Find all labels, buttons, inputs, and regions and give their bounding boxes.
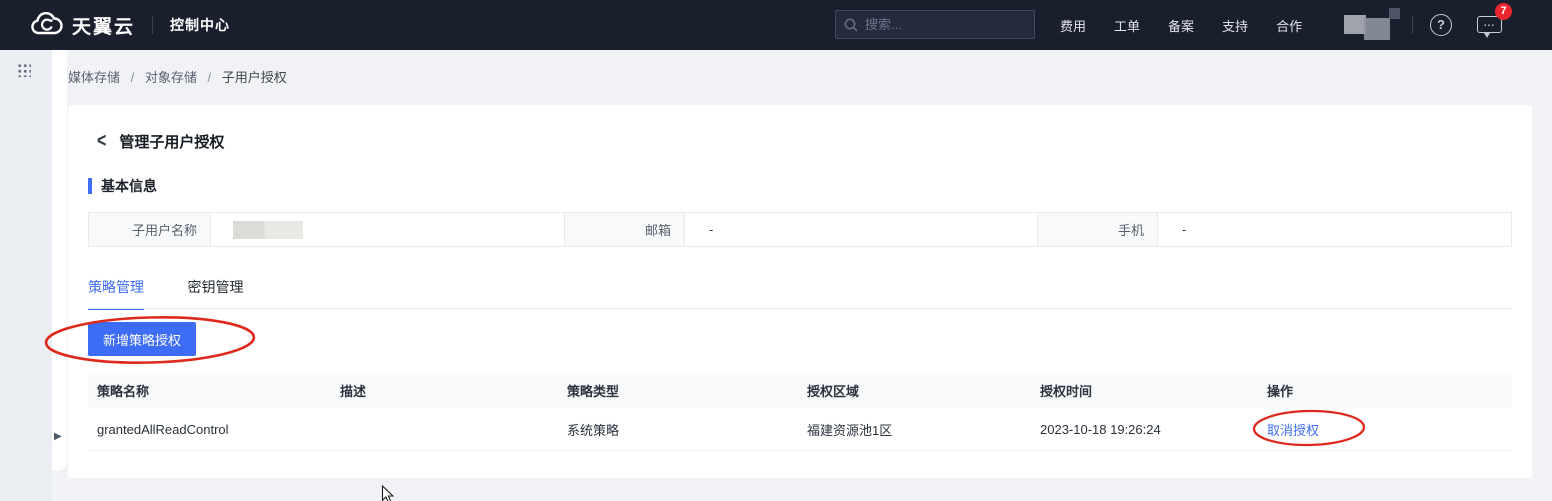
col-policy-name: 策略名称 bbox=[97, 384, 150, 399]
subuser-name-value bbox=[211, 213, 565, 246]
top-nav: 费用 工单 备案 支持 合作 bbox=[1060, 0, 1302, 50]
col-policy-type: 策略类型 bbox=[567, 384, 620, 399]
nav-item-filing[interactable]: 备案 bbox=[1168, 16, 1194, 35]
console-center-label[interactable]: 控制中心 bbox=[170, 15, 230, 35]
table-row: grantedAllReadControl 系统策略 福建资源池1区 2023-… bbox=[88, 408, 1512, 451]
policy-table: 策略名称 描述 策略类型 授权区域 授权时间 操作 grantedAllRead… bbox=[88, 373, 1512, 451]
redaction-block-small bbox=[1389, 8, 1400, 19]
redaction-block bbox=[1364, 18, 1390, 40]
nav-item-support[interactable]: 支持 bbox=[1222, 16, 1248, 35]
subuser-name-label: 子用户名称 bbox=[89, 213, 211, 246]
top-header: 天翼云 控制中心 费用 工单 备案 支持 合作 ? ... bbox=[0, 0, 1552, 50]
section-title: 基本信息 bbox=[101, 178, 157, 194]
message-bubble-tail bbox=[1484, 33, 1490, 38]
global-search[interactable] bbox=[835, 10, 1035, 39]
redacted-value bbox=[233, 220, 303, 239]
breadcrumb-subuser-auth: 子用户授权 bbox=[221, 70, 287, 85]
content-card: < 管理子用户授权 基本信息 子用户名称 邮箱 - 手机 - 策略管理 密钥管理… bbox=[68, 105, 1532, 478]
brand-name: 天翼云 bbox=[72, 16, 136, 38]
sidebar-expand-icon[interactable]: ▶ bbox=[54, 431, 62, 443]
email-label: 邮箱 bbox=[565, 213, 685, 246]
col-auth-time: 授权时间 bbox=[1040, 384, 1093, 399]
basic-info-section-header: 基本信息 bbox=[88, 176, 157, 196]
breadcrumb-separator: / bbox=[207, 70, 212, 85]
phone-label: 手机 bbox=[1038, 213, 1158, 246]
email-value: - bbox=[685, 213, 1038, 246]
add-policy-auth-button[interactable]: 新增策略授权 bbox=[88, 322, 196, 356]
col-auth-region: 授权区域 bbox=[807, 384, 860, 399]
help-icon[interactable]: ? bbox=[1430, 14, 1452, 36]
notification-badge[interactable]: 7 bbox=[1495, 3, 1512, 20]
col-description: 描述 bbox=[340, 384, 367, 399]
tab-divider bbox=[88, 308, 1512, 309]
page-title: 管理子用户授权 bbox=[119, 134, 225, 151]
header-divider bbox=[152, 16, 154, 34]
policy-table-header: 策略名称 描述 策略类型 授权区域 授权时间 操作 bbox=[88, 373, 1512, 408]
left-rail bbox=[0, 50, 52, 501]
back-icon[interactable]: < bbox=[97, 130, 106, 153]
search-input[interactable] bbox=[865, 17, 1025, 32]
cell-auth-time: 2023-10-18 19:26:24 bbox=[1040, 421, 1161, 437]
nav-item-billing[interactable]: 费用 bbox=[1060, 16, 1086, 35]
redaction-block bbox=[1344, 15, 1366, 34]
brand-logo[interactable]: 天翼云 控制中心 bbox=[30, 0, 230, 50]
cloud-logo-icon bbox=[31, 12, 63, 35]
breadcrumb: 媒体存储 / 对象存储 / 子用户授权 bbox=[68, 67, 287, 86]
collapsed-sidebar bbox=[52, 50, 67, 471]
nav-item-cooperation[interactable]: 合作 bbox=[1276, 16, 1302, 35]
user-avatar-redacted[interactable] bbox=[1344, 13, 1390, 40]
cancel-auth-link[interactable]: 取消授权 bbox=[1267, 423, 1319, 438]
section-accent-bar bbox=[88, 178, 92, 194]
nav-item-tickets[interactable]: 工单 bbox=[1114, 16, 1140, 35]
tab-key-management[interactable]: 密钥管理 bbox=[187, 277, 243, 308]
basic-info-table: 子用户名称 邮箱 - 手机 - bbox=[88, 212, 1512, 247]
breadcrumb-separator: / bbox=[130, 70, 135, 85]
header-divider bbox=[1412, 16, 1413, 34]
breadcrumb-media-storage[interactable]: 媒体存储 bbox=[68, 70, 120, 85]
message-dots: ... bbox=[1483, 18, 1496, 29]
cell-policy-name: grantedAllReadControl bbox=[97, 421, 229, 437]
tab-policy-management[interactable]: 策略管理 bbox=[88, 277, 144, 310]
col-operation: 操作 bbox=[1267, 384, 1294, 399]
cell-auth-region: 福建资源池1区 bbox=[807, 422, 893, 438]
mouse-cursor bbox=[381, 485, 394, 501]
back-title-row[interactable]: < 管理子用户授权 bbox=[97, 130, 225, 153]
breadcrumb-object-storage[interactable]: 对象存储 bbox=[145, 70, 197, 85]
search-icon bbox=[844, 18, 858, 32]
app-grid-icon[interactable] bbox=[17, 63, 31, 77]
screen: 天翼云 控制中心 费用 工单 备案 支持 合作 ? ... bbox=[0, 0, 1552, 501]
tab-bar: 策略管理 密钥管理 bbox=[88, 277, 282, 310]
phone-value: - bbox=[1158, 213, 1511, 246]
cell-policy-type: 系统策略 bbox=[567, 422, 620, 438]
